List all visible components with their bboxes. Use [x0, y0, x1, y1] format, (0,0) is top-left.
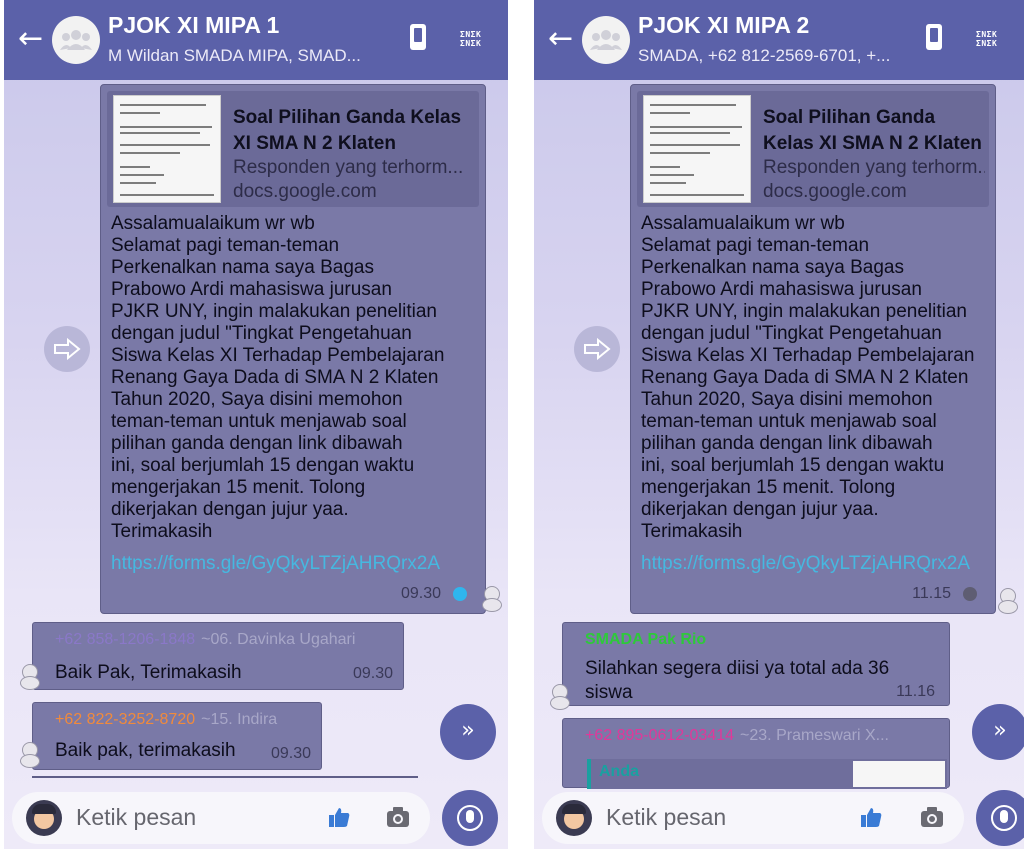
message-input[interactable]: Ketik pesan: [76, 804, 196, 831]
sender-alias: ~15. Indira: [201, 711, 278, 728]
scroll-down-button[interactable]: »: [972, 704, 1024, 760]
forward-arrow-icon: [54, 338, 81, 360]
reply-bubble[interactable]: +62 858-1206-1848 ~06. Davinka Ugahari Ba…: [32, 622, 404, 690]
link-description: Responden yang terhorm...: [763, 157, 985, 178]
thumbs-up-icon[interactable]: [328, 806, 350, 828]
forward-button[interactable]: [44, 326, 90, 372]
message-input-bar[interactable]: Ketik pesan: [12, 792, 430, 844]
reply-text: Baik pak, terimakasih: [55, 740, 236, 761]
chat-screen-left: ← PJOK XI MIPA 1 M Wildan SMADA MIPA, SM…: [4, 0, 508, 849]
reply-bubble[interactable]: SMADA Pak Rio Silahkan segera diisi ya t…: [562, 622, 950, 706]
link-domain: docs.google.com: [233, 181, 377, 202]
sent-status-icon: [963, 587, 977, 601]
quoted-message[interactable]: Anda: [587, 759, 947, 789]
chat-title[interactable]: PJOK XI MIPA 2: [638, 12, 809, 39]
user-sticker-avatar: [998, 588, 1020, 614]
reply-sender[interactable]: +62 858-1206-1848 ~06. Davinka Ugahari: [55, 631, 355, 649]
arrow-left-icon[interactable]: ←: [548, 24, 580, 56]
sender-alias: ~06. Davinka Ugahari: [201, 631, 356, 648]
link-domain: docs.google.com: [763, 181, 907, 202]
double-chevron-down-icon: »: [461, 718, 475, 743]
scroll-down-button[interactable]: »: [440, 704, 496, 760]
sender-number: +62 858-1206-1848: [55, 631, 196, 648]
link-title: Soal Pilihan Ganda Kelas XI SMA N 2 Klat…: [233, 107, 462, 154]
chat-header: ← PJOK XI MIPA 1 M Wildan SMADA MIPA, SM…: [4, 0, 508, 80]
sender-alias: ~23. Prameswari X...: [740, 727, 889, 744]
reply-bubble[interactable]: +62 895-0612-03414 ~23. Prameswari X... A…: [562, 718, 950, 789]
sender-number: +62 895-0612-03414: [585, 727, 735, 744]
thumbs-up-icon[interactable]: [860, 806, 882, 828]
group-icon: [590, 30, 622, 50]
microphone-icon: [466, 810, 474, 823]
emoji-avatar-icon[interactable]: [556, 800, 592, 836]
chat-title[interactable]: PJOK XI MIPA 1: [108, 12, 279, 39]
message-input-bar[interactable]: Ketik pesan: [542, 792, 964, 844]
link-title: Soal Pilihan Ganda Kelas XI SMA N 2 Klat…: [763, 107, 982, 154]
message-text: Assalamualaikum wr wb Selamat pagi teman…: [641, 213, 975, 542]
quoted-thumbnail: [853, 761, 945, 787]
message-bubble[interactable]: Soal Pilihan Ganda Kelas XI SMA N 2 Klat…: [100, 84, 486, 614]
quoted-author: Anda: [599, 763, 639, 780]
user-sticker-avatar: [550, 684, 572, 710]
reply-sender[interactable]: +62 822-3252-8720 ~15. Indira: [55, 711, 277, 729]
group-avatar[interactable]: [52, 16, 100, 64]
menu-logo[interactable]: ΣNΣK ΣNΣK: [460, 30, 490, 48]
link-preview-card[interactable]: Soal Pilihan Ganda Kelas XI SMA N 2 Klat…: [637, 91, 989, 207]
chat-members[interactable]: SMADA, +62 812-2569-6701, +...: [638, 46, 890, 66]
microphone-icon: [1000, 810, 1008, 823]
reply-bubble[interactable]: +62 822-3252-8720 ~15. Indira Baik pak, t…: [32, 702, 322, 770]
phone-icon[interactable]: [410, 24, 426, 50]
reply-time: 09.30: [352, 665, 393, 682]
message-link[interactable]: https://forms.gle/GyQkyLTZjAHRQrx2A: [641, 553, 987, 575]
emoji-avatar-icon[interactable]: [26, 800, 62, 836]
reply-text: Baik Pak, Terimakasih: [55, 662, 242, 683]
sender-number: +62 822-3252-8720: [55, 711, 196, 728]
message-link[interactable]: https://forms.gle/GyQkyLTZjAHRQrx2A: [111, 553, 477, 575]
reply-sender[interactable]: SMADA Pak Rio: [585, 631, 706, 649]
message-text: Assalamualaikum wr wb Selamat pagi teman…: [111, 213, 445, 542]
message-bubble[interactable]: Soal Pilihan Ganda Kelas XI SMA N 2 Klat…: [630, 84, 996, 614]
message-input[interactable]: Ketik pesan: [606, 804, 726, 831]
link-preview-card[interactable]: Soal Pilihan Ganda Kelas XI SMA N 2 Klat…: [107, 91, 479, 207]
voice-record-button[interactable]: [976, 790, 1024, 846]
camera-icon[interactable]: [920, 806, 944, 828]
chat-screen-right: ← PJOK XI MIPA 2 SMADA, +62 812-2569-670…: [534, 0, 1024, 849]
camera-icon[interactable]: [386, 806, 410, 828]
voice-record-button[interactable]: [442, 790, 498, 846]
chat-members[interactable]: M Wildan SMADA MIPA, SMAD...: [108, 46, 361, 66]
doc-thumbnail: [113, 95, 221, 203]
forward-arrow-icon: [584, 338, 611, 360]
group-avatar[interactable]: [582, 16, 630, 64]
user-sticker-avatar: [482, 586, 504, 612]
chat-header: ← PJOK XI MIPA 2 SMADA, +62 812-2569-670…: [534, 0, 1024, 80]
reply-text: Silahkan segera diisi ya total ada 36 si…: [585, 658, 890, 703]
reply-sender[interactable]: +62 895-0612-03414 ~23. Prameswari X...: [585, 727, 889, 745]
reply-time: 09.30: [270, 745, 311, 762]
user-sticker-avatar: [20, 742, 42, 768]
arrow-left-icon[interactable]: ←: [18, 24, 50, 56]
message-time: 09.30: [400, 585, 441, 602]
menu-logo[interactable]: ΣNΣK ΣNΣK: [976, 30, 1006, 48]
bubble-edge: [32, 776, 418, 778]
user-sticker-avatar: [20, 664, 42, 690]
message-time: 11.15: [912, 585, 951, 602]
link-description: Responden yang terhorm...: [233, 157, 464, 178]
phone-icon[interactable]: [926, 24, 942, 50]
doc-thumbnail: [643, 95, 751, 203]
double-chevron-down-icon: »: [993, 718, 1007, 743]
reply-time: 11.16: [896, 683, 935, 700]
read-status-icon: [453, 587, 467, 601]
forward-button[interactable]: [574, 326, 620, 372]
group-icon: [60, 30, 92, 50]
